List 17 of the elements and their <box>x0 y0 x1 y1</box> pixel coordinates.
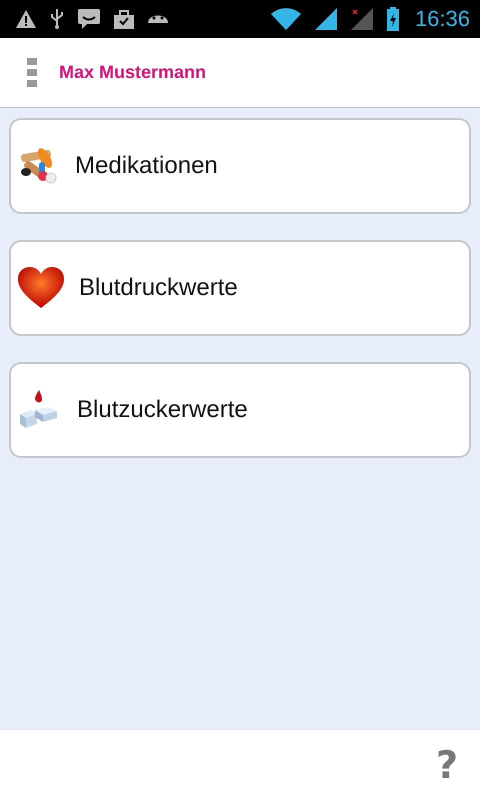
menu-card-button[interactable]: Blutdruckwerte <box>9 240 471 336</box>
signal-icon <box>350 8 373 30</box>
briefcase-icon <box>114 9 134 29</box>
battery-icon <box>386 7 399 31</box>
help-button[interactable]: ? <box>436 743 458 787</box>
overflow-menu-icon[interactable] <box>27 58 37 88</box>
menu-card-button[interactable]: Blutzuckerwerte <box>9 362 471 458</box>
usb-icon <box>50 9 64 29</box>
signal-icon <box>314 8 337 30</box>
warning-icon <box>16 10 36 28</box>
message-icon <box>78 9 100 29</box>
wifi-icon <box>270 8 301 30</box>
android-icon <box>148 15 168 23</box>
clock-time: 16:36 <box>414 6 470 32</box>
user-name-title: Max Mustermann <box>59 62 206 83</box>
menu-card-button[interactable]: Medikationen <box>9 118 471 214</box>
heart-icon <box>17 266 65 310</box>
